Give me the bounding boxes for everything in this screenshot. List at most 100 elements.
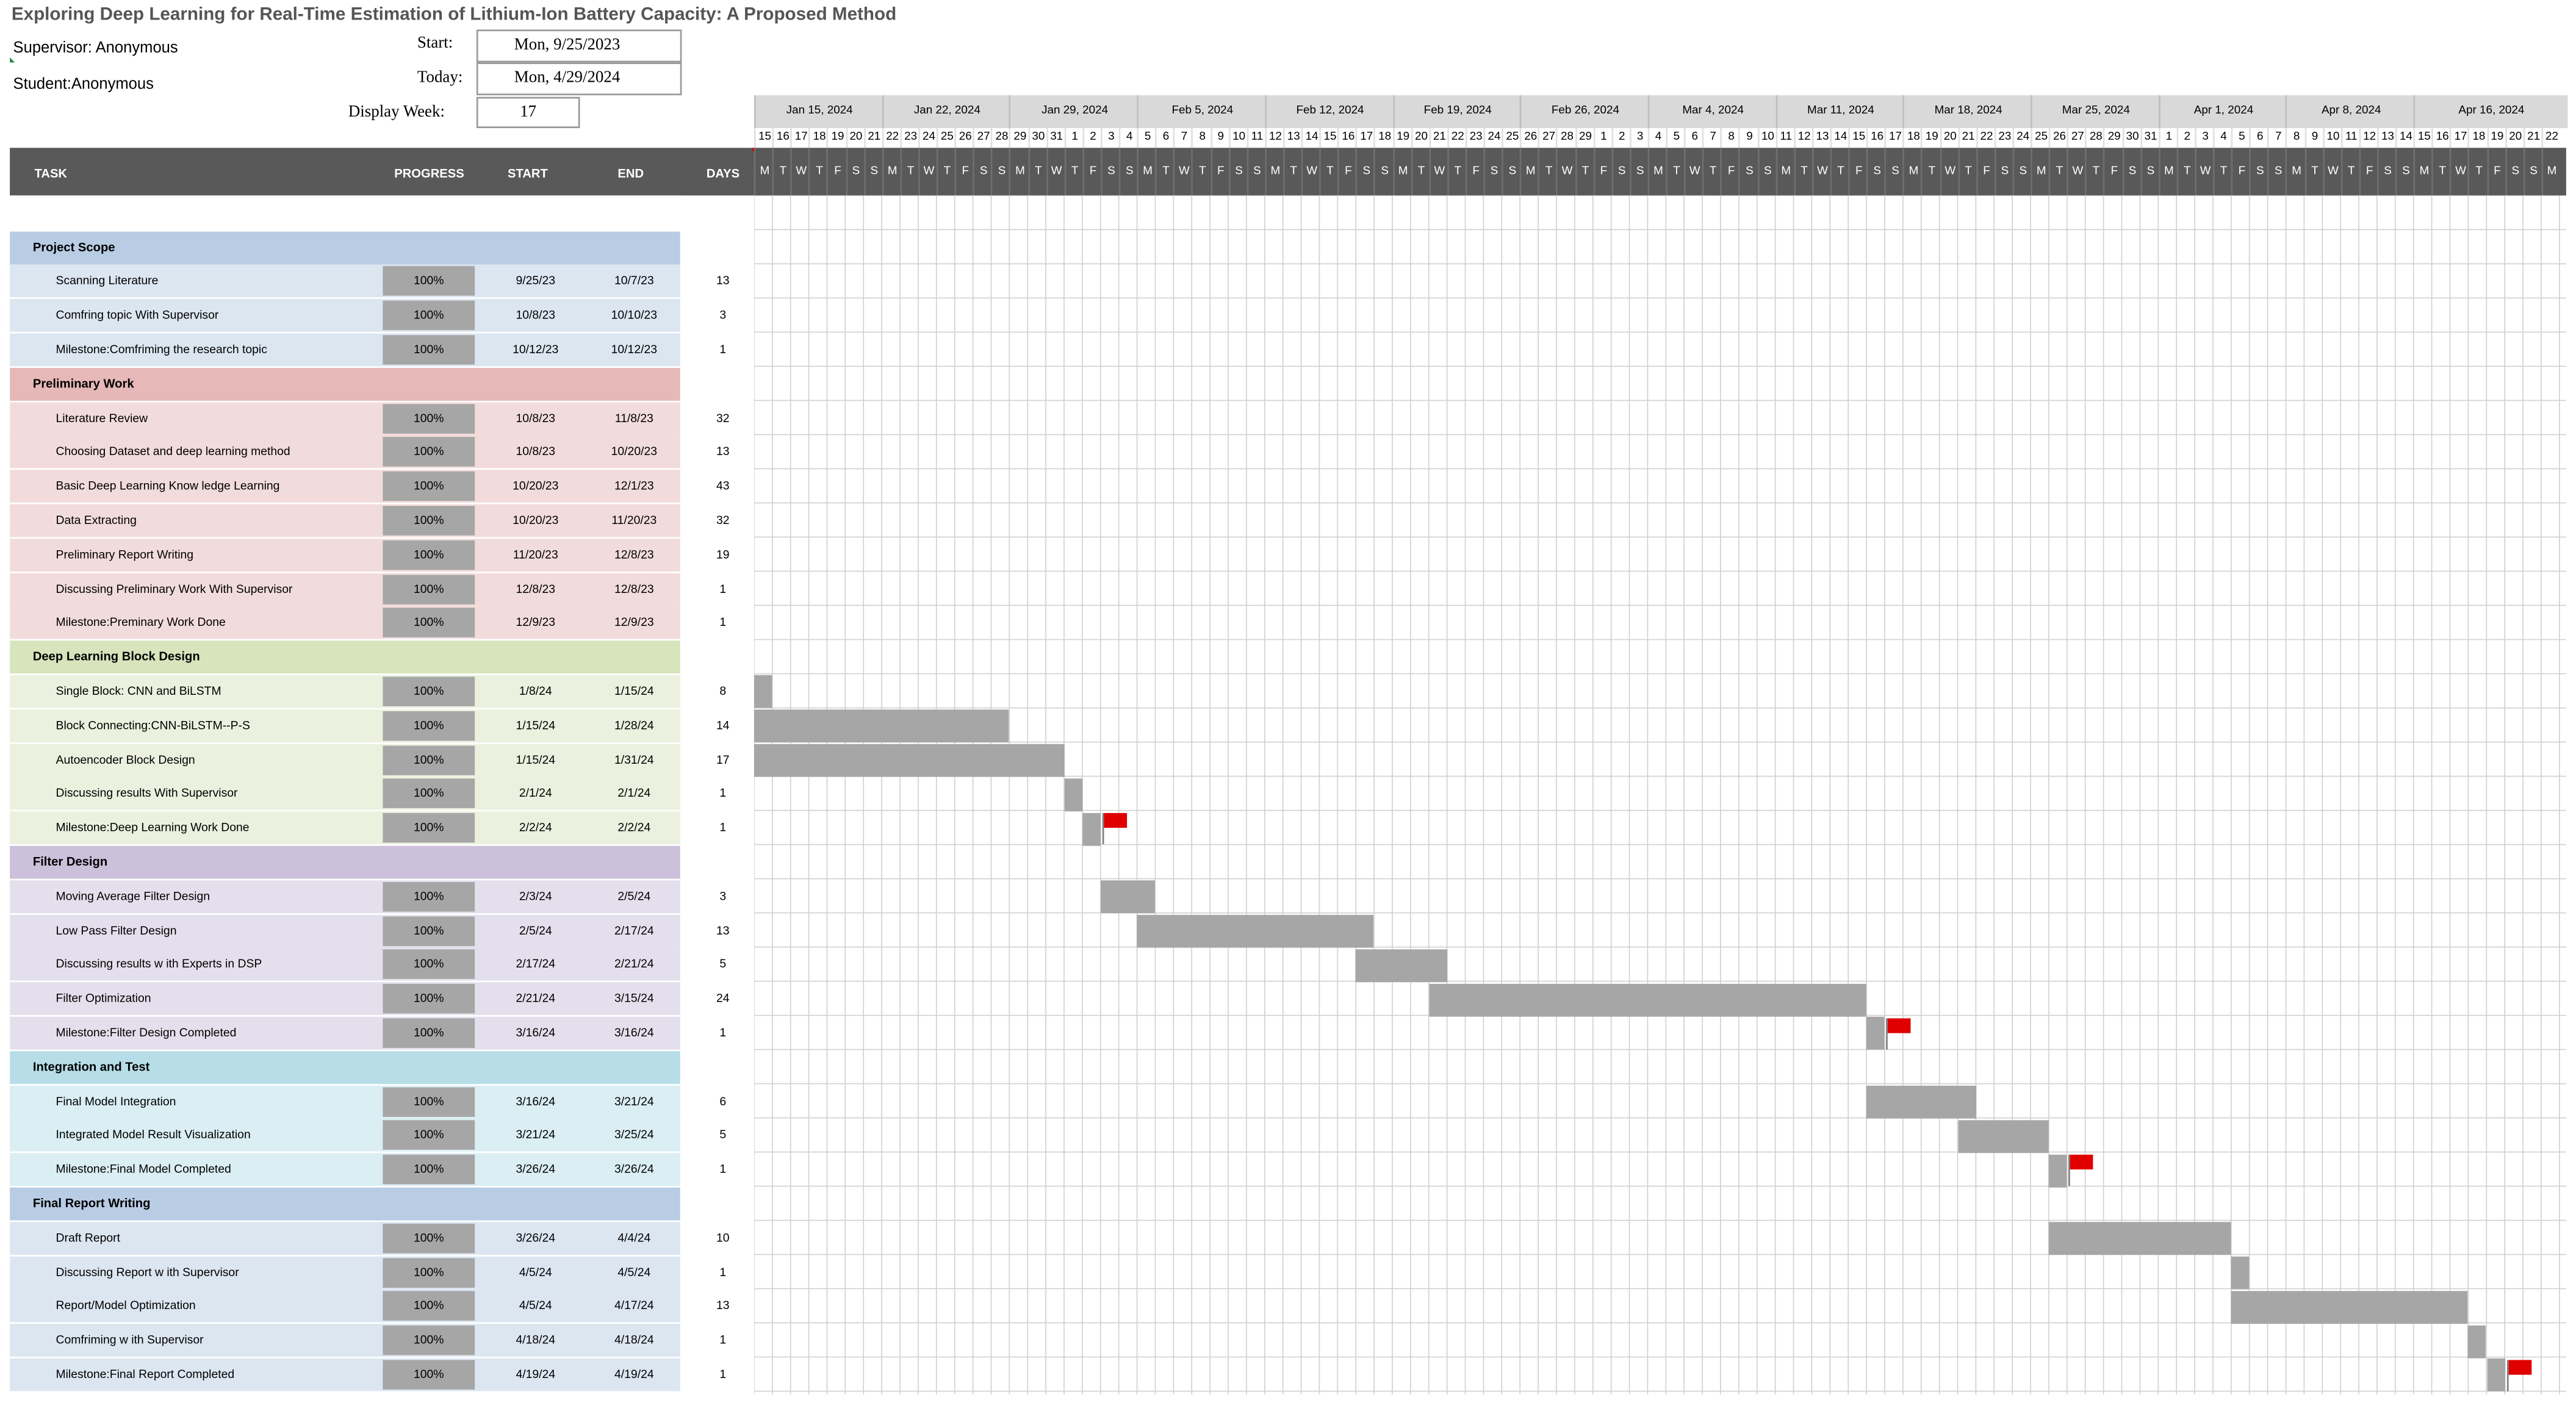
days-cell: 32	[716, 409, 730, 425]
task-row[interactable]: Discussing results w ith Experts in DSP 1…	[10, 948, 680, 981]
start-date-cell: 2/2/24	[519, 819, 552, 835]
progress-cell: 100%	[383, 1018, 475, 1048]
task-row[interactable]: Block Connecting:CNN-BiLSTM--P-S 100% 1/15…	[10, 709, 680, 742]
day-letter: T	[2340, 148, 2361, 196]
task-row[interactable]: Scanning Literature 100% 9/25/23 10/7/23	[10, 265, 680, 298]
progress-cell: 100%	[383, 1155, 475, 1185]
task-row[interactable]: Milestone:Deep Learning Work Done 100% 2/2…	[10, 811, 680, 845]
day-letter: M	[2286, 148, 2306, 196]
task-row[interactable]: Final Model Integration 100% 3/16/24 3/21/2…	[10, 1085, 680, 1118]
task-row[interactable]: Milestone:Preminary Work Done 100% 12/9/23…	[10, 606, 680, 640]
today-date-field[interactable]: Mon, 4/29/2024	[476, 62, 682, 96]
gantt-bar[interactable]	[1866, 1085, 1976, 1119]
day-letter: T	[899, 148, 920, 196]
task-row[interactable]: Milestone:Filter Design Completed 100% 3/1…	[10, 1016, 680, 1050]
day-number: 15	[754, 128, 774, 148]
day-letter: S	[1738, 148, 1759, 196]
day-number: 27	[973, 128, 993, 148]
task-row[interactable]: Moving Average Filter Design 100% 2/3/24 2/…	[10, 880, 680, 913]
section-final-report-writing[interactable]: Final Report Writing	[10, 1187, 680, 1221]
start-date-cell: 2/5/24	[519, 922, 552, 938]
column-header-progress: PROGRESS	[394, 165, 464, 181]
task-row[interactable]: Milestone:Comfriming the research topic 1…	[10, 333, 680, 367]
week-header: Jan 15, 2024	[754, 95, 883, 129]
end-date-cell: 1/31/24	[614, 751, 654, 767]
task-row[interactable]: Preliminary Report Writing 100% 11/20/23 12…	[10, 538, 680, 572]
day-letter: F	[1976, 148, 1996, 196]
day-number: 4	[2212, 128, 2233, 148]
gantt-bar[interactable]	[1063, 778, 1082, 811]
task-row[interactable]: Literature Review 100% 10/8/23 11/8/23	[10, 401, 680, 435]
gantt-bar[interactable]	[754, 709, 1010, 743]
section-integration-and-test[interactable]: Integration and Test	[10, 1050, 680, 1084]
task-row[interactable]: Low Pass Filter Design 100% 2/5/24 2/17/24	[10, 914, 680, 947]
day-number: 31	[2140, 128, 2160, 148]
section-preliminary-work[interactable]: Preliminary Work	[10, 367, 680, 401]
days-cell: 1	[719, 1024, 727, 1040]
gantt-bar[interactable]	[754, 744, 1064, 777]
day-letter: M	[1264, 148, 1285, 196]
day-number: 1	[2158, 128, 2178, 148]
gantt-bar[interactable]	[754, 675, 772, 709]
gantt-bar[interactable]	[1082, 812, 1101, 845]
gantt-bar[interactable]	[1957, 1119, 2049, 1153]
display-week-field[interactable]: 17	[476, 96, 580, 129]
end-date-cell: 2/21/24	[614, 956, 654, 972]
section-filter-design[interactable]: Filter Design	[10, 845, 680, 879]
gantt-bar[interactable]	[2231, 1256, 2250, 1290]
task-row[interactable]: Single Block: CNN and BiLSTM 100% 1/8/24 1/…	[10, 675, 680, 708]
task-row[interactable]: Discussing Preliminary Work With Supervi…	[10, 572, 680, 606]
gantt-bar[interactable]	[2048, 1222, 2231, 1255]
progress-cell: 100%	[383, 676, 475, 706]
task-row[interactable]: Discussing results With Supervisor 100% 2/…	[10, 777, 680, 811]
task-row[interactable]: Milestone:Final Model Completed 100% 3/26/…	[10, 1153, 680, 1186]
gantt-bar[interactable]	[2468, 1324, 2487, 1358]
task-row[interactable]: Filter Optimization 100% 2/21/24 3/15/24	[10, 982, 680, 1016]
day-number: 9	[1210, 128, 1230, 148]
day-number: 29	[2103, 128, 2124, 148]
gantt-bar[interactable]	[1866, 1017, 1885, 1050]
day-number: 24	[918, 128, 938, 148]
end-date-cell: 3/15/24	[614, 990, 654, 1006]
gantt-bar[interactable]	[2486, 1358, 2505, 1392]
day-number: 17	[1356, 128, 1376, 148]
day-letter: M	[2158, 148, 2178, 196]
gantt-bar[interactable]	[1137, 914, 1375, 948]
day-letter: W	[2067, 148, 2087, 196]
task-row[interactable]: Choosing Dataset and deep learning metho…	[10, 436, 680, 469]
days-cell: 1	[719, 1366, 727, 1382]
start-date-field[interactable]: Mon, 9/25/2023	[476, 29, 682, 63]
task-row[interactable]: Discussing Report w ith Supervisor 100% 4/…	[10, 1255, 680, 1289]
day-number: 17	[790, 128, 811, 148]
week-header: Apr 8, 2024	[2286, 95, 2416, 129]
start-label: Start:	[417, 34, 453, 53]
task-row[interactable]: Basic Deep Learning Know ledge Learning 1…	[10, 470, 680, 503]
start-date-cell: 9/25/23	[516, 273, 556, 289]
task-row[interactable]: Comfring topic With Supervisor 100% 10/8/2…	[10, 299, 680, 332]
day-number: 27	[1538, 128, 1558, 148]
day-letter: T	[2176, 148, 2196, 196]
section-deep-learning-block-design[interactable]: Deep Learning Block Design	[10, 640, 680, 674]
day-number: 26	[954, 128, 975, 148]
day-letter: T	[2304, 148, 2324, 196]
gantt-bar[interactable]	[2231, 1290, 2469, 1324]
section-project-scope[interactable]: Project Scope	[10, 231, 680, 264]
end-date-cell: 12/1/23	[614, 478, 654, 493]
day-number: 2	[1082, 128, 1103, 148]
gantt-bar[interactable]	[2048, 1154, 2067, 1187]
column-header-row: TASK PROGRESS START END DAYS	[10, 148, 754, 196]
day-number: 3	[1629, 128, 1650, 148]
task-row[interactable]: Report/Model Optimization 100% 4/5/24 4/17/…	[10, 1290, 680, 1323]
gantt-bar[interactable]	[1356, 949, 1447, 982]
task-row[interactable]: Comfriming w ith Supervisor 100% 4/18/24 4/…	[10, 1324, 680, 1357]
task-row[interactable]: Data Extracting 100% 10/20/23 11/20/23	[10, 504, 680, 537]
gantt-bar[interactable]	[1100, 880, 1156, 914]
progress-cell: 100%	[383, 403, 475, 433]
gantt-bar[interactable]	[1428, 983, 1867, 1016]
task-row[interactable]: Milestone:Final Report Completed 100% 4/19…	[10, 1358, 680, 1391]
day-number: 30	[1027, 128, 1048, 148]
task-row[interactable]: Autoencoder Block Design 100% 1/15/24 1/31/…	[10, 743, 680, 777]
task-row[interactable]: Integrated Model Result Visualization 100…	[10, 1119, 680, 1152]
day-number: 12	[1264, 128, 1285, 148]
task-row[interactable]: Draft Report 100% 3/26/24 4/4/24	[10, 1221, 680, 1255]
